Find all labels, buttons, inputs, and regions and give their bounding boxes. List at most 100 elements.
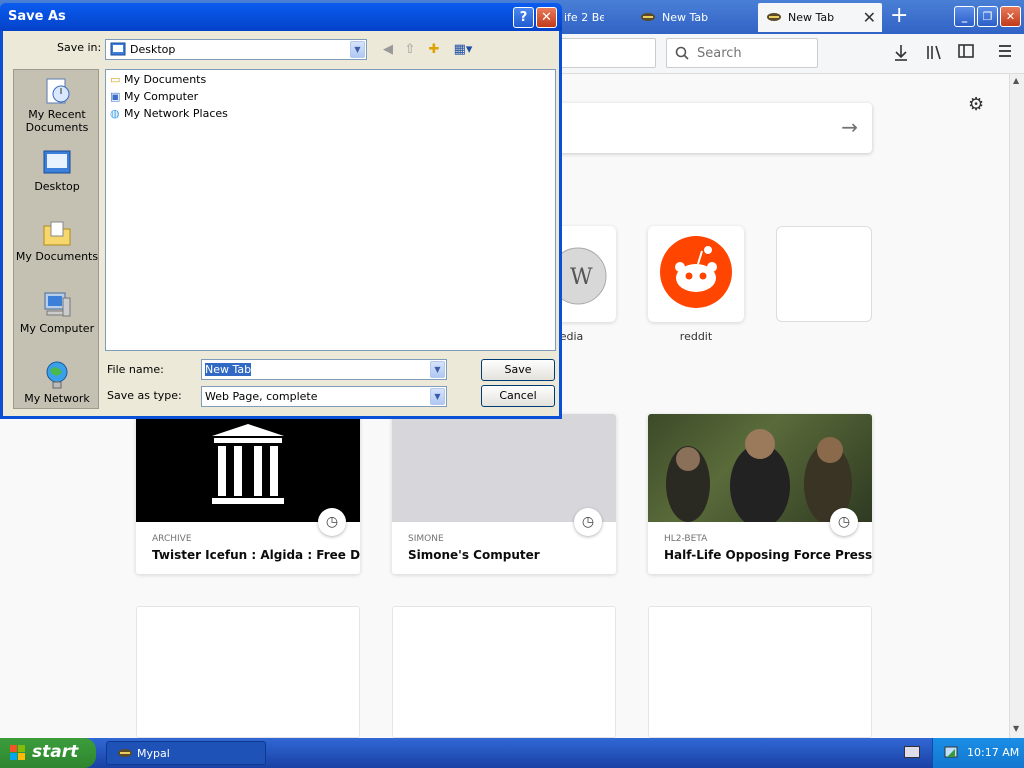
place-label: Desktop: [34, 180, 80, 193]
highlight-image: [648, 414, 872, 522]
file-name-field[interactable]: New Tab ▼: [201, 359, 447, 380]
place-desktop[interactable]: Desktop: [14, 148, 100, 193]
highlight-source: HL2-BETA: [664, 534, 708, 544]
highlight-source: ARCHIVE: [152, 534, 192, 544]
place-label: My Network: [24, 392, 90, 405]
empty-highlight-card: [648, 606, 872, 738]
highlight-card-hl2-beta[interactable]: ◷ HL2-BETA Half-Life Opposing Force Pres…: [648, 414, 872, 574]
reddit-alien-icon: [660, 236, 732, 308]
start-button[interactable]: start: [0, 738, 96, 768]
start-label: start: [32, 742, 79, 762]
tab-label: ife 2 Beta: [564, 11, 604, 24]
taskbar-item-label: Mypal: [137, 747, 170, 760]
my-network-icon: [46, 361, 68, 389]
empty-highlight-card: [136, 606, 360, 738]
new-tab-button[interactable]: +: [890, 5, 908, 27]
keyboard-icon[interactable]: [904, 746, 920, 758]
save-as-type-label: Save as type:: [107, 389, 182, 402]
tab-label: New Tab: [788, 11, 835, 24]
my-documents-icon: [43, 221, 71, 246]
game-characters-image: [666, 429, 852, 522]
recent-documents-icon: [46, 78, 70, 104]
topsite-reddit[interactable]: [648, 226, 744, 322]
tab-label: New Tab: [662, 11, 709, 24]
tab-close-icon[interactable]: ✕: [863, 8, 876, 27]
search-icon: [675, 46, 689, 60]
dialog-title-bar[interactable]: Save As ? ✕: [0, 3, 562, 31]
place-my-recent-documents[interactable]: My Recent Documents: [14, 76, 100, 134]
search-placeholder: Search: [697, 46, 742, 61]
computer-icon: ▣: [110, 90, 121, 103]
highlight-source: SIMONE: [408, 534, 444, 544]
chevron-down-icon[interactable]: ▼: [430, 361, 445, 378]
taskbar-item-mypal[interactable]: Mypal: [106, 741, 266, 765]
up-folder-icon[interactable]: ⇧: [401, 41, 419, 59]
place-label: My Documents: [15, 250, 99, 263]
place-label: My Computer: [19, 322, 95, 335]
chevron-down-icon[interactable]: ▼: [350, 41, 365, 58]
place-label: My Recent Documents: [25, 108, 89, 134]
save-as-type-dropdown[interactable]: Web Page, complete ▼: [201, 386, 447, 407]
file-item-label: My Network Places: [124, 107, 228, 120]
page-scrollbar[interactable]: ▲ ▼: [1009, 74, 1024, 738]
desktop-small-icon: [110, 42, 126, 56]
save-as-type-value: Web Page, complete: [205, 390, 318, 403]
tab-half-life-beta[interactable]: ife 2 Beta: [556, 3, 604, 32]
windows-logo-icon: [10, 745, 25, 760]
tab-new-tab-active[interactable]: New Tab ✕: [758, 3, 882, 32]
file-item-my-documents[interactable]: ▭ My Documents: [110, 73, 206, 86]
places-bar: My Recent Documents Desktop My Documents…: [13, 69, 99, 409]
dialog-close-button[interactable]: ✕: [536, 7, 557, 28]
file-item-my-network-places[interactable]: ◍ My Network Places: [110, 107, 228, 120]
restore-button[interactable]: ❐: [977, 6, 998, 27]
place-my-documents[interactable]: My Documents: [14, 218, 100, 263]
highlight-title: Half-Life Opposing Force Press D...: [664, 548, 872, 562]
save-button[interactable]: Save: [481, 359, 555, 381]
search-go-arrow-icon[interactable]: →: [841, 115, 858, 139]
url-bar[interactable]: [560, 38, 656, 68]
tab-new-tab-1[interactable]: New Tab: [632, 3, 756, 32]
chevron-down-icon[interactable]: ▼: [430, 388, 445, 405]
window-close-button[interactable]: ✕: [1000, 6, 1021, 27]
library-icon[interactable]: [926, 44, 942, 60]
taskbar: start Mypal 10:17 AM: [0, 738, 1024, 768]
file-item-label: My Documents: [124, 73, 207, 86]
save-in-label: Save in:: [57, 41, 102, 54]
file-item-my-computer[interactable]: ▣ My Computer: [110, 90, 198, 103]
save-in-dropdown[interactable]: Desktop ▼: [105, 39, 367, 60]
search-bar[interactable]: Search: [666, 38, 818, 68]
cancel-button[interactable]: Cancel: [481, 385, 555, 407]
sidebar-icon[interactable]: [958, 44, 974, 58]
help-button[interactable]: ?: [513, 7, 534, 28]
topsite-empty[interactable]: [776, 226, 872, 322]
scroll-up-icon[interactable]: ▲: [1013, 76, 1019, 85]
downloads-icon[interactable]: [893, 44, 909, 62]
highlight-title: Twister Icefun : Algida : Free Do...: [152, 548, 360, 562]
minimize-button[interactable]: _: [954, 6, 975, 27]
highlight-card-archive[interactable]: ◷ ARCHIVE Twister Icefun : Algida : Free…: [136, 414, 360, 574]
back-icon[interactable]: ◀: [379, 41, 397, 59]
new-folder-icon[interactable]: ✚: [425, 41, 443, 59]
network-places-icon: ◍: [110, 107, 120, 120]
tab-favicon-icon: [641, 13, 655, 21]
network-tray-icon[interactable]: [943, 745, 959, 761]
my-computer-icon: [44, 292, 71, 317]
highlight-title: Simone's Computer: [408, 548, 540, 562]
file-name-label: File name:: [107, 363, 164, 376]
file-list[interactable]: ▭ My Documents ▣ My Computer ◍ My Network P…: [105, 69, 556, 351]
clock-icon: ◷: [574, 508, 602, 536]
place-my-computer[interactable]: My Computer: [14, 290, 100, 335]
settings-gear-icon[interactable]: ⚙: [968, 94, 984, 115]
menu-icon[interactable]: [998, 44, 1012, 58]
highlight-card-simone[interactable]: ◷ SIMONE Simone's Computer: [392, 414, 616, 574]
folder-icon: ▭: [110, 73, 121, 86]
view-menu-icon[interactable]: ▦▾: [451, 41, 475, 59]
svg-text:W: W: [570, 265, 593, 290]
save-as-dialog: Save As ? ✕ Save in: Desktop ▼ ◀ ⇧ ✚ ▦▾ …: [0, 3, 562, 419]
place-my-network[interactable]: My Network: [14, 360, 100, 405]
clock-icon: ◷: [830, 508, 858, 536]
file-item-label: My Computer: [124, 90, 199, 103]
newtab-search-box[interactable]: →: [540, 103, 872, 153]
scroll-down-icon[interactable]: ▼: [1013, 724, 1019, 733]
highlight-image: [136, 414, 360, 522]
